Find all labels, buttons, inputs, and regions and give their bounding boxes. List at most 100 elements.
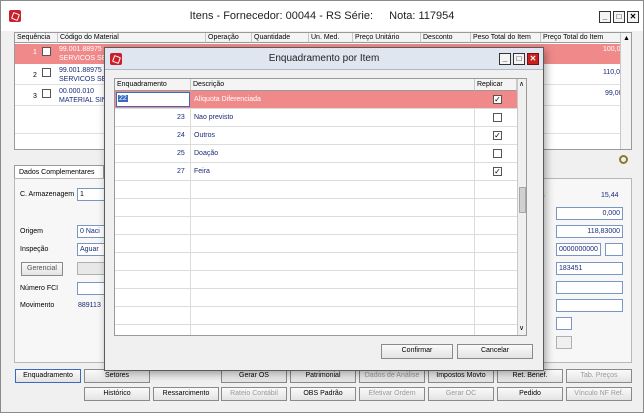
- movimento-label: Movimento: [20, 302, 55, 309]
- tab-precos-button[interactable]: Tab. Preços: [566, 369, 632, 383]
- patrimonial-button[interactable]: Patrimonial: [290, 369, 356, 383]
- dados-analise-button[interactable]: Dados de Análise: [359, 369, 425, 383]
- replicar-checkbox[interactable]: [493, 113, 502, 122]
- dialog-close-button[interactable]: ✕: [527, 53, 539, 65]
- table-row[interactable]: 23 Nao previsto: [115, 109, 517, 126]
- row-checkbox[interactable]: [42, 47, 51, 56]
- window-title: Itens - Fornecedor: 00044 - RS Série: No…: [1, 10, 643, 22]
- right-field-7[interactable]: [556, 299, 623, 312]
- minimize-button[interactable]: _: [599, 11, 611, 23]
- col-header-sequencia[interactable]: Sequência: [15, 33, 58, 43]
- row-seq: 2: [33, 72, 37, 79]
- impostos-movto-button[interactable]: Impostos Movto: [428, 369, 494, 383]
- col-header-preco-total[interactable]: Preço Total do Item: [541, 33, 621, 43]
- main-window: Itens - Fornecedor: 00044 - RS Série: No…: [0, 0, 644, 413]
- right-field-3[interactable]: 118,83000: [556, 225, 623, 238]
- col-header-enquadramento[interactable]: Enquadramento: [115, 79, 191, 91]
- table-row[interactable]: 27 Feira ✓: [115, 163, 517, 180]
- title-bar: Itens - Fornecedor: 00044 - RS Série: No…: [1, 1, 643, 31]
- dialog-maximize-button[interactable]: □: [513, 53, 525, 65]
- row-checkbox[interactable]: [42, 68, 51, 77]
- cancelar-button[interactable]: Cancelar: [457, 344, 533, 359]
- enquadramento-desc: Feira: [194, 168, 210, 175]
- numero-fci-input[interactable]: [77, 282, 105, 295]
- scroll-up-icon[interactable]: ∧: [519, 80, 524, 88]
- gerar-oc-button[interactable]: Gerar OC: [428, 387, 494, 401]
- right-field-5[interactable]: 183451: [556, 262, 623, 275]
- col-header-preco-unitario[interactable]: Preço Unitário: [353, 33, 421, 43]
- armazenagem-input[interactable]: 1: [77, 188, 105, 201]
- right-field-4[interactable]: 0000000000: [556, 243, 601, 256]
- vinculo-nf-ref-button[interactable]: Vínculo NF Ref.: [566, 387, 632, 401]
- dialog-grid-scrollbar[interactable]: ∧ ∨: [517, 79, 526, 335]
- pedido-button[interactable]: Pedido: [497, 387, 563, 401]
- col-header-desconto[interactable]: Desconto: [421, 33, 471, 43]
- enquadramento-code: 27: [177, 168, 185, 175]
- dialog-title: Enquadramento por Item: [268, 53, 380, 64]
- historico-button[interactable]: Histórico: [84, 387, 150, 401]
- right-field-8[interactable]: [556, 317, 572, 330]
- setores-button[interactable]: Setores: [84, 369, 150, 383]
- col-header-descricao[interactable]: Descrição: [191, 79, 475, 91]
- row-code: 00.000.010: [59, 88, 95, 95]
- col-header-operacao[interactable]: Operação: [206, 33, 252, 43]
- table-row-selected[interactable]: 22 Alíquota Diferenciada ✓: [115, 91, 517, 108]
- enquadramento-desc: Doação: [194, 150, 219, 157]
- dialog-minimize-button[interactable]: _: [499, 53, 511, 65]
- gerencial-button[interactable]: Gerencial: [21, 262, 63, 276]
- efetivar-ordem-button[interactable]: Efetivar Ordem: [359, 387, 425, 401]
- rateio-contabil-button[interactable]: Rateio Contábil: [221, 387, 287, 401]
- table-row[interactable]: 25 Doação: [115, 145, 517, 162]
- gerencial-field: [77, 262, 105, 275]
- right-field-4b[interactable]: [605, 243, 623, 256]
- inspecao-label: Inspeção: [20, 246, 49, 253]
- replicar-checkbox[interactable]: ✓: [493, 167, 502, 176]
- obs-padrao-button[interactable]: OBS Padrão: [290, 387, 356, 401]
- scroll-up-icon[interactable]: ▲: [623, 35, 630, 42]
- confirmar-button[interactable]: Confirmar: [381, 344, 453, 359]
- row-desc: SERVICOS SE: [59, 76, 107, 83]
- col-header-unmed[interactable]: Un. Med.: [309, 33, 353, 43]
- row-seq: 3: [33, 93, 37, 100]
- origem-label: Origem: [20, 228, 43, 235]
- scroll-thumb[interactable]: [519, 187, 526, 213]
- row-desc: MATERIAL SIN: [59, 97, 107, 104]
- enquadramento-code: 25: [177, 150, 185, 157]
- maximize-button[interactable]: □: [613, 11, 625, 23]
- row-checkbox[interactable]: [42, 89, 51, 98]
- col-header-replicar[interactable]: Replicar: [475, 79, 517, 91]
- row-code: 99.001.88975: [59, 67, 102, 74]
- enquadramento-desc: Alíquota Diferenciada: [194, 96, 261, 103]
- close-button[interactable]: ✕: [627, 11, 639, 23]
- search-icon[interactable]: [619, 155, 628, 164]
- col-header-codigo[interactable]: Código do Material: [58, 33, 206, 43]
- armazenagem-label: C. Armazenagem: [20, 191, 75, 198]
- enquadramento-grid: Enquadramento Descrição Replicar 22 Alíq…: [114, 78, 527, 336]
- col-header-peso-total[interactable]: Peso Total do Item: [471, 33, 541, 43]
- replicar-checkbox[interactable]: ✓: [493, 95, 502, 104]
- window-title-text: Itens - Fornecedor: 00044 - RS Série:: [189, 10, 374, 22]
- enquadramento-code-editor[interactable]: 22: [116, 92, 190, 107]
- replicar-checkbox[interactable]: ✓: [493, 131, 502, 140]
- tab-dados-complementares[interactable]: Dados Complementares: [14, 165, 104, 179]
- replicar-checkbox[interactable]: [493, 149, 502, 158]
- right-field-6[interactable]: [556, 281, 623, 294]
- ressarcimento-button[interactable]: Ressarcimento: [153, 387, 219, 401]
- table-row[interactable]: 24 Outros ✓: [115, 127, 517, 144]
- origem-select[interactable]: 0 Naci: [77, 225, 105, 238]
- enquadramento-dialog: Enquadramento por Item _ □ ✕ Enquadramen…: [104, 47, 544, 371]
- row-code: 99.001.88975: [59, 46, 102, 53]
- enquadramento-button[interactable]: Enquadramento: [15, 369, 81, 383]
- tab-label: Dados Complementares: [19, 169, 95, 176]
- col-header-quantidade[interactable]: Quantidade: [252, 33, 309, 43]
- items-grid-scrollbar[interactable]: ▲: [620, 33, 631, 149]
- enquadramento-code: 23: [177, 114, 185, 121]
- gerar-os-button[interactable]: Gerar OS: [221, 369, 287, 383]
- numero-fci-label: Número FCI: [20, 285, 59, 292]
- inspecao-select[interactable]: Aguar: [77, 243, 105, 256]
- right-field-2[interactable]: 0,000: [556, 207, 623, 220]
- ret-benef-button[interactable]: Ret. Benef.: [497, 369, 563, 383]
- scroll-down-icon[interactable]: ∨: [519, 324, 524, 332]
- enquadramento-code: 24: [177, 132, 185, 139]
- movimento-value: 889113: [78, 302, 101, 309]
